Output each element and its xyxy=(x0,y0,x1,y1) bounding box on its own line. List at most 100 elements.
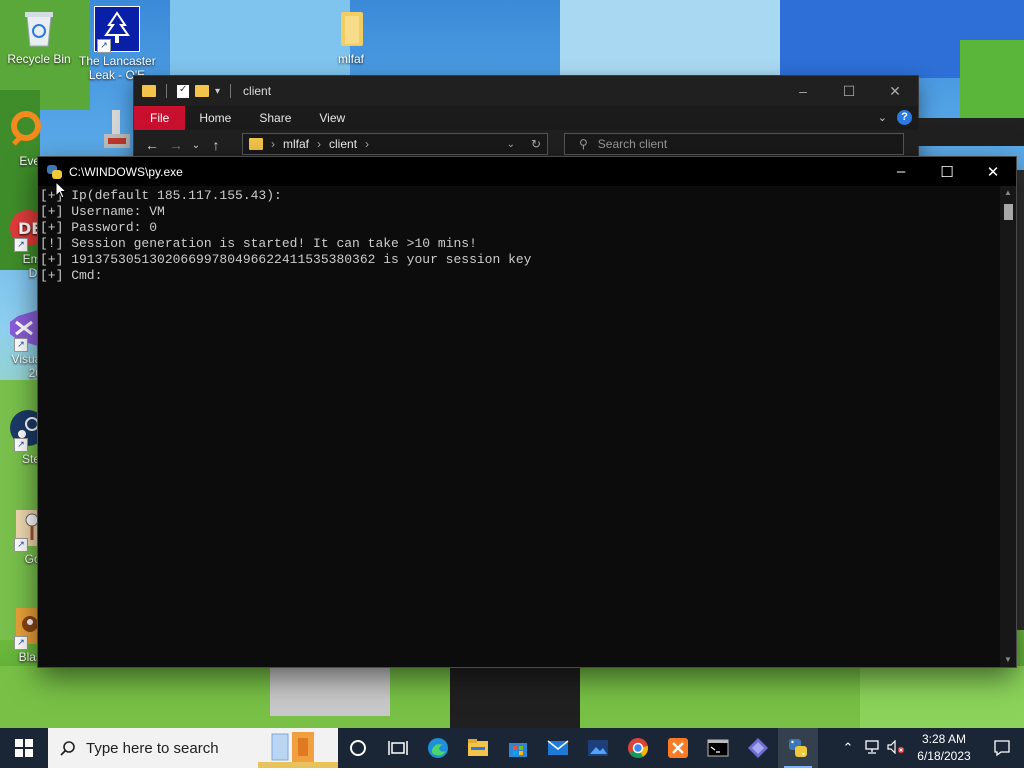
explorer-title-bar[interactable]: ▾ client – ☐ ✕ xyxy=(134,76,918,106)
search-input[interactable]: ⚲ Search client xyxy=(564,133,904,155)
bg-block xyxy=(1016,170,1024,630)
taskbar-search-box[interactable]: Type here to search xyxy=(48,728,258,768)
breadcrumb-separator-icon: › xyxy=(365,137,370,151)
recycle-bin-icon xyxy=(17,6,61,50)
recent-locations-icon[interactable]: ⌄ xyxy=(188,140,204,151)
explorer-window-controls: – ☐ ✕ xyxy=(780,76,918,106)
desktop-icon-lancaster[interactable]: ↗ The Lancaster Leak - O'E xyxy=(79,0,156,82)
console-prompt-line[interactable]: [+] Cmd: xyxy=(40,268,1000,284)
shortcut-arrow-icon: ↗ xyxy=(14,438,28,452)
start-button[interactable] xyxy=(0,728,48,768)
visual-studio-icon xyxy=(748,738,768,758)
maximize-icon[interactable]: ☐ xyxy=(924,157,970,186)
mail-icon xyxy=(547,740,569,755)
breadcrumb-item[interactable]: mlfaf xyxy=(283,137,309,151)
new-folder-icon[interactable] xyxy=(195,85,209,97)
console-line: [+] Password: 0 xyxy=(40,220,158,235)
forward-arrow-icon[interactable]: → xyxy=(164,137,188,153)
bg-block xyxy=(450,666,580,728)
bg-block xyxy=(560,0,780,78)
taskbar-app-mail[interactable] xyxy=(538,728,578,768)
volume-muted-icon[interactable] xyxy=(884,739,908,757)
taskbar-app-store[interactable] xyxy=(498,728,538,768)
lancaster-app-icon: ↗ xyxy=(94,6,140,53)
system-tray: ⌃ 3:28 AM 6/18/2023 xyxy=(836,728,1024,768)
search-highlight-image xyxy=(258,728,338,768)
address-bar[interactable]: › mlfaf › client › ⌄ ↻ xyxy=(242,133,548,155)
properties-icon[interactable] xyxy=(177,84,189,98)
desktop-icon-recycle-bin[interactable]: Recycle Bin xyxy=(1,0,77,66)
python-icon xyxy=(789,739,807,757)
everything-search-icon xyxy=(2,108,46,152)
console-line: [+] Username: VM xyxy=(40,204,165,219)
up-arrow-icon[interactable]: ↑ xyxy=(204,137,228,153)
mouse-cursor-icon xyxy=(55,180,68,202)
scrollbar-thumb[interactable] xyxy=(1004,204,1013,220)
folder-icon xyxy=(142,85,156,97)
taskbar-app-file-explorer[interactable] xyxy=(458,728,498,768)
console-output[interactable]: [+] Ip(default 185.117.155.43): [+] User… xyxy=(38,186,1000,667)
help-icon[interactable]: ? xyxy=(897,110,912,125)
taskbar-app-visual-studio[interactable] xyxy=(738,728,778,768)
shortcut-arrow-icon: ↗ xyxy=(14,238,28,252)
taskbar-app-terminal[interactable] xyxy=(698,728,738,768)
folder-icon xyxy=(329,6,373,50)
chrome-icon xyxy=(628,738,649,758)
console-line: [!] Session generation is started! It ca… xyxy=(40,236,477,251)
address-dropdown-icon[interactable]: ⌄ xyxy=(507,139,515,150)
customize-toolbar-icon[interactable]: ▾ xyxy=(215,86,220,97)
desktop-icon-label: The Lancaster xyxy=(79,54,156,68)
divider xyxy=(230,84,232,98)
console-line: [+] 191375305130206699780496622411535380… xyxy=(40,252,532,267)
tab-view[interactable]: View xyxy=(305,106,359,130)
task-view-button[interactable] xyxy=(378,728,418,768)
notification-center-button[interactable] xyxy=(980,739,1024,757)
file-explorer-icon xyxy=(468,739,488,756)
back-arrow-icon[interactable]: ← xyxy=(140,137,164,153)
expand-ribbon-icon[interactable]: ⌄ xyxy=(878,111,887,124)
show-hidden-icons-icon[interactable]: ⌃ xyxy=(836,740,860,756)
tab-share[interactable]: Share xyxy=(245,106,305,130)
taskbar-clock[interactable]: 3:28 AM 6/18/2023 xyxy=(908,731,980,765)
quick-access-toolbar: ▾ xyxy=(134,84,235,98)
tab-home[interactable]: Home xyxy=(185,106,245,130)
network-icon[interactable] xyxy=(860,739,884,757)
console-line: [+] Ip(default 185.117.155.43): xyxy=(40,188,282,203)
bg-block xyxy=(960,40,1024,120)
refresh-icon[interactable]: ↻ xyxy=(531,137,541,151)
breadcrumb-separator-icon: › xyxy=(317,137,322,151)
explorer-ribbon: File Home Share View ⌄ ? xyxy=(134,106,918,130)
console-window-title: C:\WINDOWS\py.exe xyxy=(69,164,183,179)
shortcut-arrow-icon: ↗ xyxy=(97,39,111,53)
console-title-bar[interactable]: C:\WINDOWS\py.exe – ☐ ✕ xyxy=(38,157,1016,186)
tab-file[interactable]: File xyxy=(134,106,186,130)
cortana-icon xyxy=(350,740,366,756)
minimize-icon[interactable]: – xyxy=(780,76,826,106)
taskbar-app-photos[interactable] xyxy=(578,728,618,768)
minimize-icon[interactable]: – xyxy=(878,157,924,186)
edge-icon xyxy=(428,738,448,758)
scroll-down-icon[interactable]: ▼ xyxy=(1000,653,1016,667)
cortana-button[interactable] xyxy=(338,728,378,768)
bg-block xyxy=(270,666,390,716)
taskbar-app-xampp[interactable] xyxy=(658,728,698,768)
console-window[interactable]: C:\WINDOWS\py.exe – ☐ ✕ [+] Ip(default 1… xyxy=(38,157,1016,667)
clock-date: 6/18/2023 xyxy=(917,749,971,763)
bg-block xyxy=(860,666,1024,728)
scroll-up-icon[interactable]: ▲ xyxy=(1000,186,1016,200)
explorer-edge xyxy=(918,118,1024,146)
photos-icon xyxy=(588,740,608,756)
shortcut-arrow-icon: ↗ xyxy=(14,636,28,650)
taskbar-app-chrome[interactable] xyxy=(618,728,658,768)
notification-icon xyxy=(994,740,1010,757)
maximize-icon[interactable]: ☐ xyxy=(826,76,872,106)
taskbar-app-python[interactable] xyxy=(778,728,818,768)
close-icon[interactable]: ✕ xyxy=(970,157,1016,186)
console-scrollbar[interactable]: ▲ ▼ xyxy=(1000,186,1016,667)
close-icon[interactable]: ✕ xyxy=(872,76,918,106)
breadcrumb-item[interactable]: client xyxy=(329,137,357,151)
taskbar-app-edge[interactable] xyxy=(418,728,458,768)
windows-logo-icon xyxy=(15,739,33,757)
desktop-icon-mlfaf[interactable]: mlfaf xyxy=(313,0,389,66)
terminal-icon xyxy=(707,739,729,757)
